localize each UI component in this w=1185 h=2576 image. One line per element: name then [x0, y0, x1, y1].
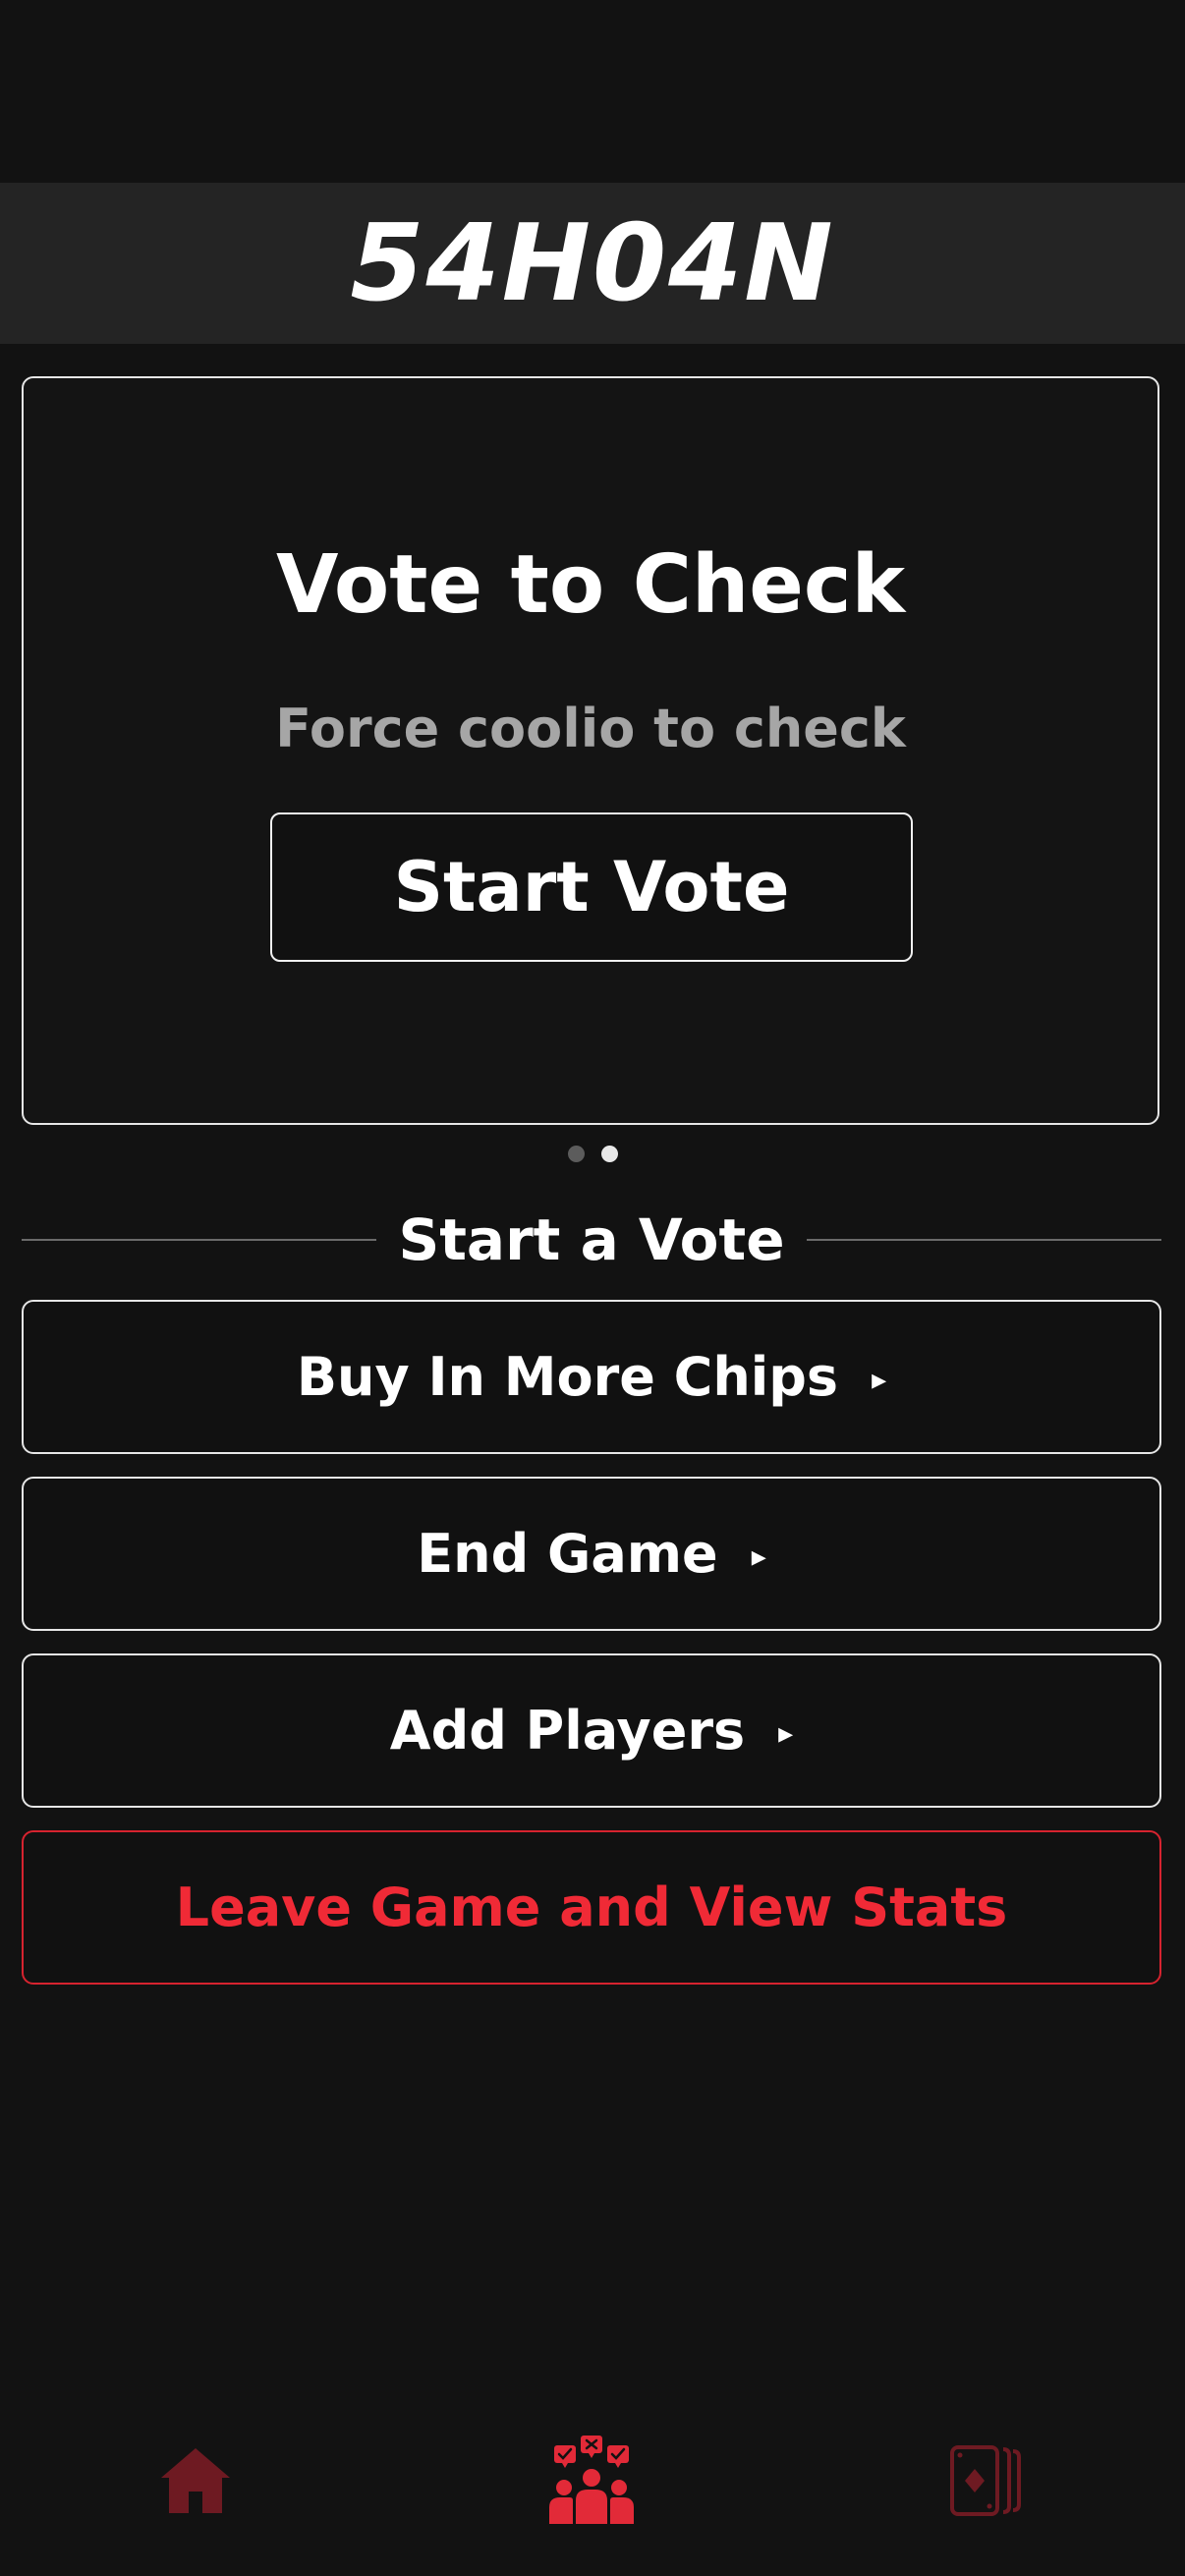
group-vote-icon: [549, 2436, 634, 2524]
pager-dot[interactable]: [567, 1146, 585, 1162]
divider-line-right: [806, 1239, 1161, 1241]
arrow-right-icon: ▸: [872, 1363, 887, 1397]
home-icon: [161, 2448, 230, 2513]
button-label: Buy In More Chips: [296, 1346, 839, 1408]
tab-cards[interactable]: [931, 2427, 1040, 2535]
arrow-right-icon: ▸: [751, 1540, 766, 1574]
section-divider: Start a Vote: [22, 1204, 1161, 1276]
button-label: Leave Game and View Stats: [175, 1876, 1008, 1938]
tab-bar: [0, 2427, 1185, 2535]
vote-subtitle: Force coolio to check: [275, 698, 906, 759]
game-code: 54H04N: [350, 201, 835, 325]
section-title: Start a Vote: [398, 1206, 785, 1273]
divider-line-left: [22, 1239, 377, 1241]
start-vote-button[interactable]: Start Vote: [270, 812, 913, 962]
end-game-button[interactable]: End Game ▸: [22, 1477, 1161, 1631]
leave-game-button[interactable]: Leave Game and View Stats: [22, 1830, 1161, 1985]
vote-card: Vote to Check Force coolio to check Star…: [22, 376, 1159, 1125]
cards-icon: [950, 2445, 1021, 2516]
carousel-pager: [0, 1146, 1185, 1162]
pager-dot-active[interactable]: [600, 1146, 618, 1162]
game-header: 54H04N: [0, 183, 1185, 344]
tab-home[interactable]: [141, 2427, 250, 2535]
vote-title: Vote to Check: [275, 538, 906, 632]
add-players-button[interactable]: Add Players ▸: [22, 1653, 1161, 1808]
tab-votes[interactable]: [537, 2427, 646, 2535]
button-label: End Game: [417, 1523, 718, 1585]
buy-in-more-chips-button[interactable]: Buy In More Chips ▸: [22, 1300, 1161, 1454]
button-label: Add Players: [389, 1700, 746, 1762]
arrow-right-icon: ▸: [778, 1716, 794, 1751]
